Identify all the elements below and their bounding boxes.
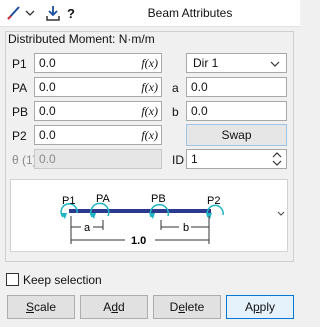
b-label: b <box>172 105 179 119</box>
diagram-pa-label: PA <box>96 193 111 205</box>
add-label-pre: A <box>103 300 112 314</box>
direction-dropdown[interactable]: Dir 1 <box>186 53 287 73</box>
p2-value: 0.0 <box>39 128 56 142</box>
diagram-length-label: 1.0 <box>131 235 146 247</box>
delete-mnemonic: e <box>178 300 185 314</box>
id-stepper[interactable]: 1 <box>186 149 287 169</box>
p2-input[interactable]: 0.0 f(x) <box>34 125 162 145</box>
direction-selected: Dir 1 <box>193 56 219 70</box>
scale-label-rest: cale <box>34 300 57 314</box>
diagram-a-label: a <box>84 222 91 234</box>
pb-label: PB <box>12 105 29 119</box>
p2-label: P2 <box>12 129 27 143</box>
add-mnemonic: d <box>111 300 118 314</box>
diagram-pb-label: PB <box>151 193 166 205</box>
id-value: 1 <box>191 152 198 166</box>
pa-function-button[interactable]: f(x) <box>141 80 158 95</box>
pb-function-button[interactable]: f(x) <box>141 104 158 119</box>
p2-function-button[interactable]: f(x) <box>141 128 158 143</box>
apply-mnemonic: p <box>252 300 260 314</box>
apply-button[interactable]: Ap ply <box>226 295 294 319</box>
chevron-down-icon <box>270 61 280 67</box>
p1-input[interactable]: 0.0 f(x) <box>34 53 162 73</box>
diagram-p2-label: P2 <box>207 195 220 207</box>
pa-value: 0.0 <box>39 80 56 94</box>
scale-mnemonic: S <box>25 300 34 314</box>
diagram-expand-icon[interactable] <box>277 211 285 217</box>
beam-diagram: P1 PA PB P2 a b 1.0 <box>60 193 224 247</box>
delete-button[interactable]: De lete <box>153 295 221 319</box>
add-label-post: d <box>118 300 125 314</box>
download-button[interactable] <box>44 4 62 22</box>
keep-selection-label: Keep selection <box>23 273 102 287</box>
window-title: Beam Attributes <box>147 6 233 20</box>
scale-button[interactable]: Scale <box>7 295 75 319</box>
a-input[interactable]: 0.0 <box>186 77 287 97</box>
a-value: 0.0 <box>191 80 208 94</box>
pen-icon <box>7 6 35 20</box>
pb-value: 0.0 <box>39 104 56 118</box>
group-title: Distributed Moment: N·m/m <box>8 32 155 46</box>
id-label: ID <box>172 153 184 167</box>
apply-label-pre: A <box>244 300 253 314</box>
draw-tool-button[interactable] <box>4 4 38 22</box>
stepper-arrows-icon[interactable] <box>272 151 282 167</box>
add-button[interactable]: Add <box>80 295 148 319</box>
delete-label-pre: D <box>169 300 179 314</box>
theta-value: 0.0 <box>39 152 56 166</box>
apply-label-post: ply <box>259 300 276 314</box>
theta-label: θ (1) <box>12 153 37 167</box>
keep-selection-checkbox[interactable] <box>6 273 19 286</box>
download-icon <box>46 6 60 21</box>
b-value: 0.0 <box>191 104 208 118</box>
help-button[interactable]: ? <box>64 4 78 22</box>
swap-button[interactable]: Swap <box>186 124 287 146</box>
p1-label: P1 <box>12 57 27 71</box>
diagram-b-label: b <box>183 222 189 234</box>
load-diagram: P1 PA PB P2 a b 1.0 <box>10 179 288 252</box>
a-label: a <box>172 81 179 95</box>
theta-input: 0.0 <box>34 149 162 169</box>
b-input[interactable]: 0.0 <box>186 101 287 121</box>
pb-input[interactable]: 0.0 f(x) <box>34 101 162 121</box>
delete-label-post: lete <box>185 300 205 314</box>
pa-input[interactable]: 0.0 f(x) <box>34 77 162 97</box>
diagram-p1-label: P1 <box>62 195 75 207</box>
p1-function-button[interactable]: f(x) <box>141 56 158 71</box>
p1-value: 0.0 <box>39 56 56 70</box>
pa-label: PA <box>12 81 28 95</box>
